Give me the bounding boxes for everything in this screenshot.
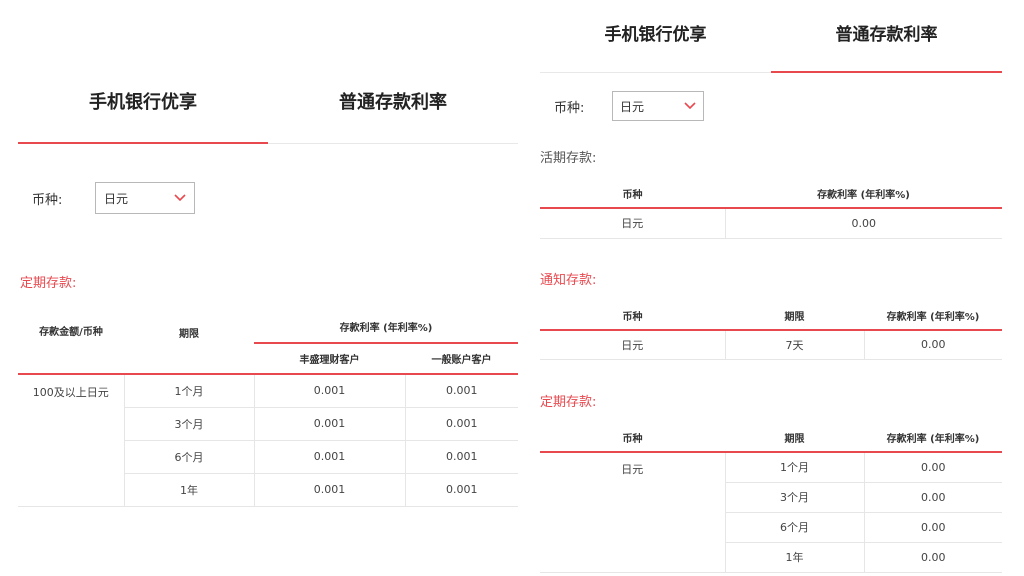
chevron-down-icon — [684, 102, 696, 110]
rate-cell: 0.00 — [725, 208, 1002, 239]
table-row: 100及以上日元 1个月 0.001 0.001 — [18, 374, 518, 507]
currency-select[interactable]: 日元 — [95, 182, 195, 214]
demand-deposit-table: 币种 存款利率 (年利率%) 日元 0.00 — [540, 180, 1002, 239]
tab-mobile-banking[interactable]: 手机银行优享 — [18, 88, 268, 144]
header-term: 期限 — [725, 301, 864, 331]
term-cell: 1个月 — [725, 452, 865, 483]
header-term: 期限 — [124, 311, 254, 375]
tab-mobile-banking[interactable]: 手机银行优享 — [540, 20, 771, 72]
vip-rate-cell: 0.001 — [254, 473, 406, 507]
term-cell: 7天 — [725, 329, 865, 360]
table-row: 日元 7天 0.00 — [540, 329, 1002, 360]
vip-rate-cell: 0.001 — [254, 374, 406, 408]
normal-rate-cell: 0.001 — [405, 374, 518, 408]
left-tab-bar: 手机银行优享 普通存款利率 — [18, 88, 518, 144]
term-cell: 1个月 — [124, 374, 255, 408]
header-vip: 丰盛理财客户 — [254, 343, 405, 375]
header-normal: 一般账户客户 — [405, 343, 518, 375]
header-rate: 存款利率 (年利率%) — [725, 180, 1002, 209]
currency-selector-row: 币种: 日元 — [540, 91, 1002, 121]
rate-cell: 0.00 — [864, 329, 1002, 360]
normal-rate-cell: 0.001 — [405, 473, 518, 507]
notice-deposit-table: 币种 期限 存款利率 (年利率%) 日元 7天 0.00 — [540, 301, 1002, 360]
normal-rate-cell: 0.001 — [405, 440, 518, 474]
rate-cell: 0.00 — [864, 452, 1002, 483]
currency-label: 币种: — [554, 100, 585, 116]
right-panel: 手机银行优享 普通存款利率 币种: 日元 活期存款: 币种 存款利率 (年利率%… — [540, 0, 1002, 573]
currency-cell: 日元 — [540, 208, 726, 239]
fixed-deposit-table: 存款金额/币种 期限 存款利率 (年利率%) 丰盛理财客户 一般账户客户 100… — [18, 311, 518, 507]
left-panel: 手机银行优享 普通存款利率 币种: 日元 定期存款: 存款金额/币种 期限 存款… — [18, 0, 518, 507]
table-row: 日元 1个月 0.00 — [540, 452, 1002, 573]
rate-cell: 0.00 — [864, 542, 1002, 573]
header-currency: 币种 — [540, 424, 725, 453]
currency-select-value: 日元 — [620, 99, 645, 114]
term-cell: 3个月 — [124, 407, 255, 441]
currency-cell: 日元 — [540, 452, 726, 573]
header-term: 期限 — [725, 424, 864, 453]
currency-selector-row: 币种: 日元 — [18, 182, 518, 214]
table-row: 日元 0.00 — [540, 208, 1002, 239]
term-cell: 3个月 — [725, 482, 865, 513]
normal-rate-cell: 0.001 — [405, 407, 518, 441]
vip-rate-cell: 0.001 — [254, 407, 406, 441]
header-rate: 存款利率 (年利率%) — [864, 301, 1002, 331]
currency-select[interactable]: 日元 — [612, 91, 704, 121]
tab-normal-deposit-rates[interactable]: 普通存款利率 — [268, 88, 518, 143]
currency-label: 币种: — [32, 192, 63, 208]
term-cell: 6个月 — [124, 440, 255, 474]
vip-rate-cell: 0.001 — [254, 440, 406, 474]
fixed-deposit-table: 币种 期限 存款利率 (年利率%) 日元 1个月 0.00 3个月 0.00 6… — [540, 424, 1002, 573]
header-currency: 币种 — [540, 180, 725, 209]
header-currency: 币种 — [540, 301, 725, 331]
fixed-deposit-title: 定期存款: — [540, 395, 597, 410]
currency-cell: 日元 — [540, 329, 726, 360]
right-tab-bar: 手机银行优享 普通存款利率 — [540, 20, 1002, 73]
chevron-down-icon — [174, 194, 186, 202]
currency-select-value: 日元 — [104, 191, 129, 206]
rate-cell: 0.00 — [864, 512, 1002, 543]
amount-cell: 100及以上日元 — [18, 374, 125, 507]
term-cell: 6个月 — [725, 512, 865, 543]
term-cell: 1年 — [725, 542, 865, 573]
rate-cell: 0.00 — [864, 482, 1002, 513]
fixed-deposit-title: 定期存款: — [20, 276, 77, 291]
header-rate: 存款利率 (年利率%) — [864, 424, 1002, 453]
header-rate: 存款利率 (年利率%) — [254, 311, 518, 344]
notice-deposit-title: 通知存款: — [540, 272, 597, 288]
term-cell: 1年 — [124, 473, 255, 507]
demand-deposit-title: 活期存款: — [540, 151, 597, 166]
tab-normal-deposit-rates[interactable]: 普通存款利率 — [771, 20, 1002, 73]
header-amount: 存款金额/币种 — [18, 311, 124, 375]
